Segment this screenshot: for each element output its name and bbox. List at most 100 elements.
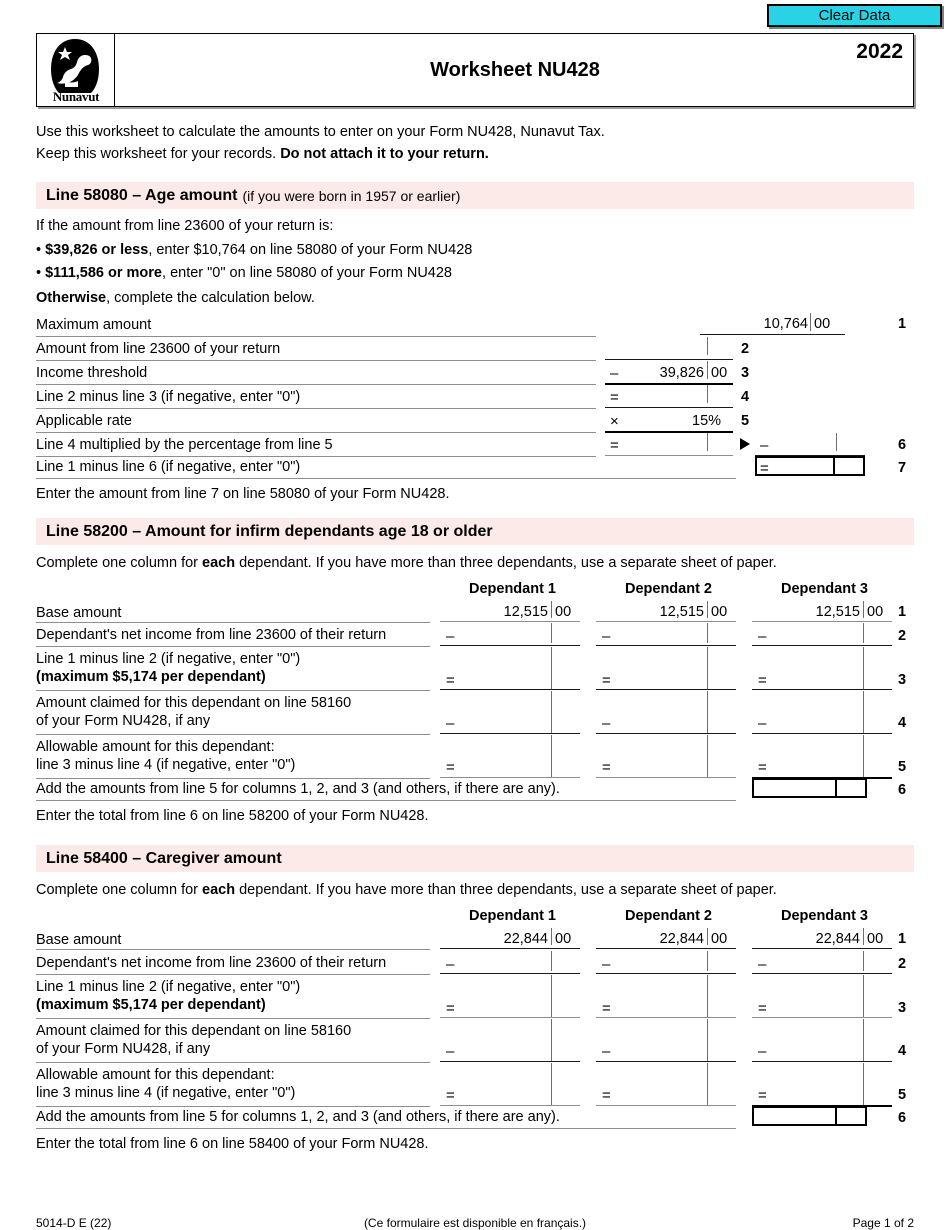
cents-divider (863, 623, 864, 643)
row-58080-6-number: 6 (898, 437, 907, 453)
row-58200-1-cents-d3: 00 (867, 604, 884, 620)
row-58400-1-cents-d3: 00 (867, 931, 884, 947)
row-58080-1-amount[interactable]: 10,764 (700, 317, 808, 332)
row-58400-3-op-d2: = (602, 1000, 611, 1017)
cents-divider (707, 1063, 708, 1105)
section-58400-title: Line 58400 – Caregiver amount (46, 849, 282, 867)
row-58200-2-label: Dependant's net income from line 23600 o… (36, 627, 387, 643)
row-rule (596, 973, 736, 974)
cents-divider (551, 975, 552, 1017)
row-58200-2-number: 2 (898, 628, 907, 644)
row-58400-1-amount-d1: 22,844 (503, 931, 548, 947)
row-58400-2-op-d2: – (602, 956, 611, 973)
row-58200-2-op-d2: – (602, 628, 611, 645)
cents-divider (551, 1019, 552, 1061)
row-58080-3-label: Income threshold (36, 365, 148, 381)
row-58200-4-label-l2: of your Form NU428, if any (36, 713, 211, 729)
cents-divider (707, 433, 708, 451)
intro-line-2-bold: Do not attach it to your return. (280, 146, 489, 162)
cents-divider (551, 951, 552, 971)
label-rule (36, 734, 430, 735)
cents-divider (833, 458, 835, 474)
cents-divider (707, 337, 708, 355)
row-58400-4-op-d1: – (446, 1043, 455, 1060)
row-rule (596, 1105, 736, 1106)
bullet-marker: • (36, 242, 46, 258)
row-58200-5-label-l2: line 3 minus line 4 (if negative, enter … (36, 757, 296, 773)
row-58400-3-label-l2: (maximum $5,174 per dependant) (36, 997, 266, 1013)
row-rule (596, 733, 736, 734)
row-58080-1-cents[interactable]: 00 (814, 317, 830, 332)
row-58200-4-op-d2: – (602, 715, 611, 732)
closing-58080: Enter the amount from line 7 on line 580… (36, 486, 450, 502)
row-58080-7-number: 7 (898, 460, 907, 476)
row-rule (440, 1017, 580, 1018)
row-rule (605, 383, 733, 385)
instruction-b: dependant. If you have more than three d… (235, 882, 777, 898)
row-58080-7-total-box[interactable] (755, 456, 865, 476)
otherwise-58080: Otherwise, complete the calculation belo… (36, 288, 315, 308)
row-rule (440, 777, 580, 778)
row-58080-4-op: = (610, 389, 619, 406)
row-58200-1-label: Base amount (36, 605, 122, 621)
cents-divider (551, 647, 552, 689)
cents-divider (707, 735, 708, 777)
otherwise-rest: , complete the calculation below. (106, 290, 315, 306)
row-58080-5-op: × (610, 413, 619, 430)
row-58200-5-op-d3: = (758, 759, 767, 776)
row-58400-1-label: Base amount (36, 932, 122, 948)
section-58080-title: Line 58080 – Age amount (46, 186, 238, 204)
row-rule (596, 1017, 736, 1018)
label-rule (36, 646, 430, 647)
cents-divider (836, 433, 837, 451)
row-58400-5-number: 5 (898, 1087, 907, 1103)
row-58400-5-label-l2: line 3 minus line 4 (if negative, enter … (36, 1085, 296, 1101)
row-58400-5-op-d1: = (446, 1087, 455, 1104)
row-58400-1-cents-d1: 00 (555, 931, 572, 947)
row-58080-6-right-op: – (760, 437, 769, 454)
row-rule (440, 645, 580, 646)
row-58400-6-total-box[interactable] (752, 1106, 867, 1126)
cents-divider (707, 647, 708, 689)
row-58080-2-number: 2 (741, 341, 750, 357)
section-header-58080: Line 58080 – Age amount (if you were bor… (36, 182, 914, 209)
row-rule (596, 948, 736, 949)
label-rule (36, 478, 736, 479)
row-58400-3-op-d1: = (446, 1000, 455, 1017)
cents-divider (707, 691, 708, 733)
clear-data-button[interactable]: Clear Data (767, 4, 942, 27)
row-rule (596, 621, 736, 622)
closing-58400: Enter the total from line 6 on line 5840… (36, 1136, 429, 1152)
label-rule (36, 408, 596, 409)
row-58200-1-cents-d1: 00 (555, 604, 572, 620)
cents-divider (707, 623, 708, 643)
cents-divider (863, 928, 864, 945)
row-rule (605, 407, 733, 408)
intro-line-2-normal: Keep this worksheet for your records. (36, 146, 281, 162)
col-head-dependant-3: Dependant 3 (780, 908, 868, 924)
row-58080-7-label: Line 1 minus line 6 (if negative, enter … (36, 459, 301, 475)
label-rule (36, 622, 430, 623)
row-rule (596, 1061, 736, 1062)
page-title: Worksheet NU428 (430, 58, 600, 81)
bullet-58080-1: • $39,826 or less, enter $10,764 on line… (36, 240, 472, 260)
cents-divider (707, 385, 708, 403)
row-58400-3-number: 3 (898, 1000, 907, 1016)
row-rule (752, 621, 892, 622)
row-58200-6-total-box[interactable] (752, 778, 867, 798)
row-rule (752, 689, 892, 690)
instruction-a: Complete one column for (36, 555, 203, 571)
cents-divider (863, 735, 864, 777)
row-rule (752, 973, 892, 974)
cents-divider (707, 601, 708, 618)
cents-divider (863, 951, 864, 971)
row-58200-3-label-l2: (maximum $5,174 per dependant) (36, 669, 266, 685)
row-58200-4-number: 4 (898, 715, 907, 731)
row-58400-2-op-d1: – (446, 956, 455, 973)
row-58200-2-op-d3: – (758, 628, 767, 645)
row-58400-3-label-l1: Line 1 minus line 2 (if negative, enter … (36, 979, 301, 995)
row-58400-1-amount-d3: 22,844 (815, 931, 860, 947)
label-rule (36, 432, 596, 433)
row-58080-1-label: Maximum amount (36, 317, 152, 333)
section-header-58400: Line 58400 – Caregiver amount (36, 845, 914, 872)
